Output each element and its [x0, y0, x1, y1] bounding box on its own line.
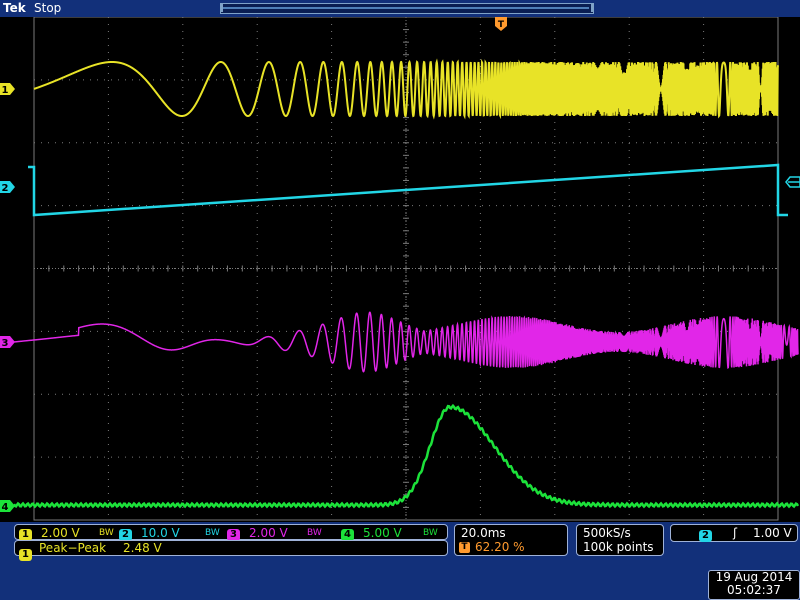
- time-per-div: 20.0ms: [461, 526, 506, 540]
- acquisition-readout[interactable]: 500kS/s 100k points: [576, 524, 664, 556]
- trigger-position-value: 62.20 %: [475, 540, 525, 554]
- trigger-source-badge: 2: [699, 530, 712, 542]
- ch2-bw-icon: BW: [205, 528, 220, 538]
- ch1-bw-icon: BW: [99, 528, 114, 538]
- svg-text:1: 1: [2, 85, 9, 96]
- svg-text:4: 4: [2, 502, 9, 513]
- horizontal-readout[interactable]: 20.0ms T 62.20 %: [454, 524, 568, 556]
- trigger-position-marker[interactable]: T: [495, 17, 507, 31]
- status-bar: Tek Stop: [0, 0, 800, 17]
- trigger-slope-icon: ʃ: [733, 526, 738, 540]
- run-state-label: Stop: [34, 1, 62, 15]
- ch2-scale: 10.0 V: [141, 526, 180, 540]
- svg-text:3: 3: [2, 338, 9, 349]
- time-label: 05:02:37: [727, 583, 781, 597]
- ch4-bw-icon: BW: [423, 528, 438, 538]
- channel-markers[interactable]: 1 2 3 4: [0, 83, 800, 513]
- record-view-window[interactable]: [223, 7, 589, 9]
- ch3-scale: 2.00 V: [249, 526, 288, 540]
- readout-panel: 1 2.00 V BW 2 10.0 V BW 3 2.00 V BW 4 5.…: [0, 522, 800, 600]
- trigger-level: 1.00 V: [753, 526, 792, 540]
- trigger-readout[interactable]: 2 ʃ 1.00 V: [670, 524, 798, 542]
- record-view-bar[interactable]: [220, 3, 594, 14]
- measurement-channel-badge: 1: [19, 549, 32, 561]
- ch2-marker[interactable]: 2: [0, 181, 15, 194]
- measurement-label: Peak−Peak: [39, 541, 107, 555]
- svg-text:2: 2: [2, 183, 9, 194]
- ch3-marker[interactable]: 3: [0, 336, 15, 349]
- record-trigger-marker: [451, 0, 459, 10]
- vertical-readout[interactable]: 1 2.00 V BW 2 10.0 V BW 3 2.00 V BW 4 5.…: [14, 524, 448, 541]
- ch4-marker[interactable]: 4: [0, 500, 15, 513]
- waveform-display[interactable]: 1 2 3 4 T: [0, 16, 800, 522]
- ch1-marker[interactable]: 1: [0, 83, 15, 96]
- brand-logo: Tek: [3, 1, 26, 15]
- measurement-readout[interactable]: 1 Peak−Peak 2.48 V: [14, 540, 448, 561]
- ch1-scale: 2.00 V: [41, 526, 80, 540]
- measurement-value: 2.48 V: [123, 541, 162, 555]
- ch3-bw-icon: BW: [307, 528, 322, 538]
- datetime-readout: 19 Aug 2014 05:02:37: [708, 570, 800, 600]
- ch4-scale: 5.00 V: [363, 526, 402, 540]
- trigger-position-icon: T: [459, 542, 470, 553]
- trigger-marker-label: T: [498, 20, 505, 30]
- sample-rate: 500kS/s: [583, 526, 631, 540]
- record-end-marker: [591, 3, 593, 12]
- record-length: 100k points: [583, 540, 654, 554]
